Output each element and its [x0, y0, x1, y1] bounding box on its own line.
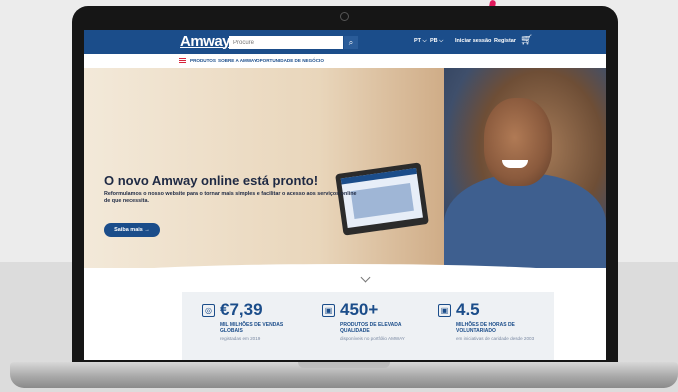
hero-laptop-picture — [350, 182, 414, 220]
search-input[interactable] — [229, 36, 343, 49]
stat-label: PRODUTOS DE ELEVADA QUALIDADE — [340, 322, 402, 335]
nav-item-sobre[interactable]: SOBRE A AMWAY — [218, 58, 257, 63]
menu-icon[interactable] — [179, 58, 186, 63]
hero-banner: O novo Amway online está pronto! Reformu… — [84, 68, 606, 268]
laptop-lid: Amway ⌕ PT ⌵ PB ⌵ Iniciar sessão Regista… — [72, 6, 618, 366]
hero-person-body — [444, 173, 606, 268]
chevron-down-icon[interactable] — [360, 272, 371, 283]
hero-person-head — [484, 98, 552, 186]
language-selector[interactable]: PB ⌵ — [430, 38, 443, 45]
stat-value: 4.5 — [456, 300, 480, 319]
hero-title: O novo Amway online está pronto! — [104, 173, 319, 188]
laptop-base-notch — [298, 362, 390, 368]
stat-value: 450+ — [340, 300, 379, 319]
gift-icon: ▣ — [322, 304, 335, 317]
laptop-screen: Amway ⌕ PT ⌵ PB ⌵ Iniciar sessão Regista… — [84, 30, 606, 360]
language-code: PB — [430, 38, 438, 44]
learn-more-button[interactable]: Saiba mais → — [104, 223, 160, 237]
nav-item-oportunidade[interactable]: OPORTUNIDADE DE NEGÓCIO — [256, 58, 324, 63]
country-selector[interactable]: PT ⌵ — [414, 38, 427, 45]
stat-note: disponíveis no portfólio AMWAY — [340, 336, 405, 341]
site-header: Amway ⌕ PT ⌵ PB ⌵ Iniciar sessão Regista… — [84, 30, 606, 54]
stat-note: em iniciativas de caridade desde 2003 — [456, 336, 535, 341]
register-link[interactable]: Registar — [494, 38, 516, 44]
stat-note: registadas em 2019 — [220, 336, 261, 341]
stat-label: MILHÕES DE HORAS DE VOLUNTARIADO — [456, 322, 515, 335]
search-icon[interactable]: ⌕ — [344, 36, 358, 49]
amway-logo[interactable]: Amway — [180, 33, 231, 50]
stat-label: MIL MILHÕES DE VENDAS GLOBAIS — [220, 322, 284, 335]
cart-icon[interactable]: 🛒︎ — [520, 35, 533, 46]
country-code: PT — [414, 38, 422, 44]
camera-icon — [340, 12, 349, 21]
login-link[interactable]: Iniciar sessão — [455, 38, 491, 44]
nav-item-produtos[interactable]: PRODUTOS — [190, 58, 216, 63]
stat-value: €7,39 — [220, 300, 263, 319]
hero-person-smile — [502, 160, 528, 168]
hero-subtitle: Reformulamos o nosso website para o torn… — [104, 191, 357, 204]
gift-icon: ▣ — [438, 304, 451, 317]
main-nav: PRODUTOS SOBRE A AMWAY OPORTUNIDADE DE N… — [84, 54, 606, 69]
laptop-base — [10, 362, 678, 388]
stats-panel: ◎ €7,39 MIL MILHÕES DE VENDAS GLOBAIS re… — [182, 292, 554, 360]
globe-icon: ◎ — [202, 304, 215, 317]
